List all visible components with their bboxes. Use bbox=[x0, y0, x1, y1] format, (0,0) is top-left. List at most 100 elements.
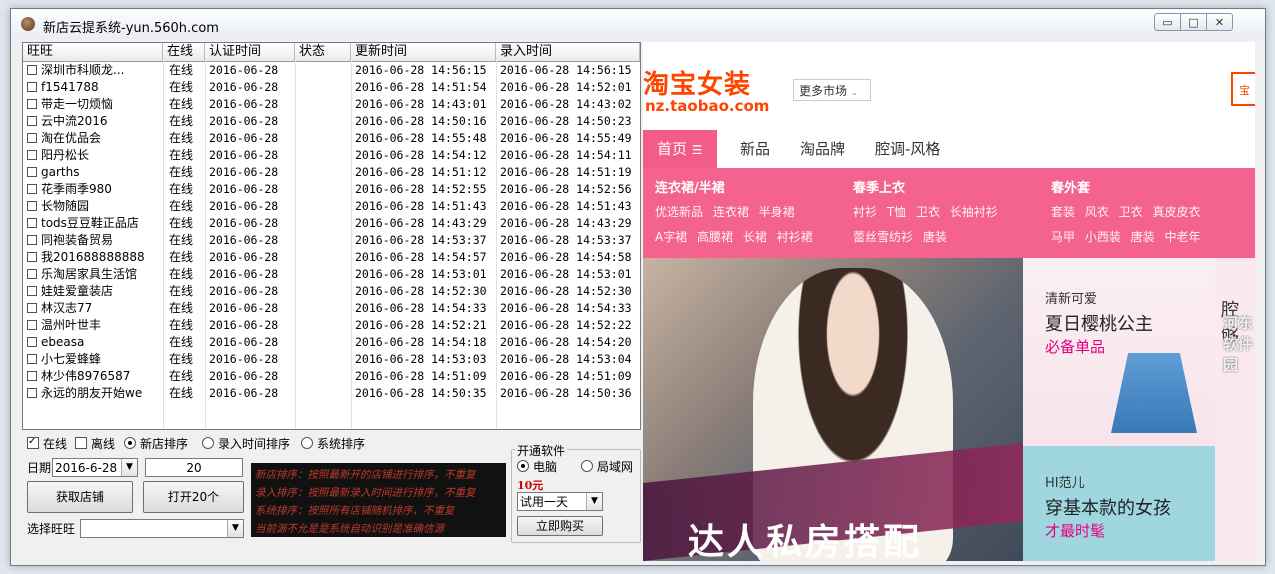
table-row[interactable]: tods豆豆鞋正品店 在线 2016-06-28 2016-06-28 14:43:2… bbox=[23, 215, 640, 232]
table-row[interactable]: 娃娃爱童装店 在线 2016-06-28 2016-06-28 14:52:30 201… bbox=[23, 283, 640, 300]
table-row[interactable]: 林少伟8976587 在线 2016-06-28 2016-06-28 14:51:0… bbox=[23, 368, 640, 385]
next-promo-edge[interactable]: 腔够 bbox=[1215, 258, 1255, 561]
title-bar[interactable]: 新店云提系统-yun.560h.com ▭ □ ✕ bbox=[11, 9, 1265, 39]
column-header-auth-time[interactable]: 认证时间 bbox=[205, 43, 295, 61]
row-checkbox[interactable] bbox=[27, 354, 37, 364]
promo-card[interactable]: 清新可爱 夏日樱桃公主 必备单品 bbox=[1023, 258, 1215, 446]
sort-entry-radio[interactable]: 录入时间排序 bbox=[202, 437, 290, 451]
pc-radio[interactable]: 电脑 bbox=[517, 460, 557, 474]
row-checkbox-label: 同袍装备贸易 bbox=[41, 233, 114, 247]
window-title: 新店云提系统-yun.560h.com bbox=[43, 21, 219, 36]
row-checkbox[interactable] bbox=[27, 184, 37, 194]
wangwang-select[interactable]: ▼ bbox=[80, 519, 244, 538]
taobao-logo[interactable]: 淘宝女装 bbox=[643, 64, 751, 101]
row-checkbox-label: 云中流2016 bbox=[41, 114, 108, 128]
chevron-down-icon[interactable]: ▼ bbox=[121, 459, 137, 476]
maximize-button[interactable]: □ bbox=[1180, 13, 1207, 31]
row-checkbox[interactable] bbox=[27, 388, 37, 398]
row-checkbox[interactable] bbox=[27, 167, 37, 177]
row-checkbox[interactable] bbox=[27, 150, 37, 160]
table-row[interactable]: 我201688888888 在线 2016-06-28 2016-06-28 14:5… bbox=[23, 249, 640, 266]
sort-system-radio[interactable]: 系统排序 bbox=[301, 437, 365, 451]
row-checkbox[interactable] bbox=[27, 252, 37, 262]
column-header-online[interactable]: 在线 bbox=[163, 43, 205, 61]
radio-selected-icon bbox=[517, 460, 529, 472]
category-title[interactable]: 春季上衣 bbox=[853, 177, 905, 196]
category-title[interactable]: 连衣裙/半裙 bbox=[655, 177, 725, 196]
category-links[interactable]: 套装 风衣 卫衣 真皮皮衣 bbox=[1051, 203, 1200, 220]
table-row[interactable]: 长物随园 在线 2016-06-28 2016-06-28 14:51:43 2016-… bbox=[23, 198, 640, 215]
shop-listview[interactable]: 旺旺 在线 认证时间 状态 更新时间 录入时间 深圳市科顺龙... 在线 2016-… bbox=[22, 42, 641, 430]
table-row[interactable]: 云中流2016 在线 2016-06-28 2016-06-28 14:50:16 20… bbox=[23, 113, 640, 130]
row-online: 在线 bbox=[169, 284, 194, 298]
column-header-wangwang[interactable]: 旺旺 bbox=[23, 43, 163, 61]
taobao-url[interactable]: nz.taobao.com bbox=[645, 97, 769, 115]
table-row[interactable]: 同袍装备贸易 在线 2016-06-28 2016-06-28 14:53:37 201… bbox=[23, 232, 640, 249]
row-checkbox[interactable] bbox=[27, 337, 37, 347]
row-updated: 2016-06-28 14:53:01 bbox=[355, 267, 487, 281]
row-checkbox[interactable] bbox=[27, 65, 37, 75]
table-row[interactable]: 乐淘居家具生活馆 在线 2016-06-28 2016-06-28 14:53:01 2… bbox=[23, 266, 640, 283]
nav-home[interactable]: 首页 ☰ bbox=[643, 130, 717, 168]
table-row[interactable]: garths 在线 2016-06-28 2016-06-28 14:51:12 201… bbox=[23, 164, 640, 181]
row-checkbox[interactable] bbox=[27, 371, 37, 381]
table-row[interactable]: 淘在优品会 在线 2016-06-28 2016-06-28 14:55:48 2016… bbox=[23, 130, 640, 147]
hero-banner[interactable]: 达人私房搭配 bbox=[643, 258, 1023, 561]
row-checkbox[interactable] bbox=[27, 269, 37, 279]
table-row[interactable]: 深圳市科顺龙... 在线 2016-06-28 2016-06-28 14:56:15… bbox=[23, 62, 640, 79]
close-button[interactable]: ✕ bbox=[1206, 13, 1233, 31]
column-header-updated[interactable]: 更新时间 bbox=[351, 43, 496, 61]
search-box[interactable]: 宝 bbox=[1231, 72, 1255, 106]
category-links[interactable]: A字裙 高腰裙 长裙 衬衫裙 bbox=[655, 228, 813, 245]
nav-style[interactable]: 腔调-风格 bbox=[875, 130, 940, 168]
more-market-label: 更多市场 bbox=[799, 84, 848, 98]
table-row[interactable]: 带走一切烦恼 在线 2016-06-28 2016-06-28 14:43:01 201… bbox=[23, 96, 640, 113]
nav-new[interactable]: 新品 bbox=[740, 130, 770, 168]
table-row[interactable]: f1541788 在线 2016-06-28 2016-06-28 14:51:54 2… bbox=[23, 79, 640, 96]
table-row[interactable]: ebeasa 在线 2016-06-28 2016-06-28 14:54:18 201… bbox=[23, 334, 640, 351]
count-input[interactable]: 20 bbox=[145, 458, 243, 477]
sort-new-radio[interactable]: 新店排序 bbox=[124, 437, 188, 451]
category-links[interactable]: 蕾丝雪纺衫 唐装 bbox=[853, 228, 947, 245]
category-title[interactable]: 春外套 bbox=[1051, 177, 1090, 196]
category-links[interactable]: 马甲 小西装 唐装 中老年 bbox=[1051, 228, 1200, 245]
row-checkbox[interactable] bbox=[27, 235, 37, 245]
table-row[interactable]: 阳丹松长 在线 2016-06-28 2016-06-28 14:54:12 2016-… bbox=[23, 147, 640, 164]
row-checkbox[interactable] bbox=[27, 201, 37, 211]
table-row[interactable]: 林汉志77 在线 2016-06-28 2016-06-28 14:54:33 2016… bbox=[23, 300, 640, 317]
column-header-entered[interactable]: 录入时间 bbox=[496, 43, 640, 61]
fetch-shops-button[interactable]: 获取店铺 bbox=[27, 481, 133, 513]
minimize-button[interactable]: ▭ bbox=[1154, 13, 1181, 31]
category-links[interactable]: 优选新品 连衣裙 半身裙 bbox=[655, 203, 795, 220]
category-links[interactable]: 衬衫 T恤 卫衣 长袖衬衫 bbox=[853, 203, 998, 220]
embedded-browser[interactable]: 淘宝女装 nz.taobao.com 更多市场 ⌄ 宝 首页 ☰ 新品 淘品牌 … bbox=[643, 42, 1255, 561]
row-checkbox[interactable] bbox=[27, 99, 37, 109]
row-checkbox[interactable] bbox=[27, 116, 37, 126]
chevron-down-icon[interactable]: ▼ bbox=[227, 520, 243, 537]
buy-now-button[interactable]: 立即购买 bbox=[517, 516, 603, 536]
row-checkbox[interactable] bbox=[27, 218, 37, 228]
nav-brand[interactable]: 淘品牌 bbox=[800, 130, 845, 168]
row-checkbox[interactable] bbox=[27, 133, 37, 143]
open-twenty-button[interactable]: 打开20个 bbox=[143, 481, 244, 513]
chevron-down-icon[interactable]: ▼ bbox=[586, 493, 602, 510]
row-checkbox[interactable] bbox=[27, 286, 37, 296]
date-picker[interactable]: 2016-6-28 ▼ bbox=[52, 458, 138, 477]
row-updated: 2016-06-28 14:43:01 bbox=[355, 97, 487, 111]
lan-radio[interactable]: 局域网 bbox=[581, 460, 633, 474]
table-row[interactable]: 永远的朋友开始we 在线 2016-06-28 2016-06-28 14:50:35… bbox=[23, 385, 640, 402]
table-row[interactable]: 花季雨季980 在线 2016-06-28 2016-06-28 14:52:55 20… bbox=[23, 181, 640, 198]
table-row[interactable]: 温州叶世丰 在线 2016-06-28 2016-06-28 14:52:21 2016… bbox=[23, 317, 640, 334]
row-checkbox[interactable] bbox=[27, 82, 37, 92]
row-auth-time: 2016-06-28 bbox=[209, 284, 279, 298]
table-row[interactable]: 小七爱蜂蜂 在线 2016-06-28 2016-06-28 14:53:03 2016… bbox=[23, 351, 640, 368]
row-checkbox[interactable] bbox=[27, 320, 37, 330]
offline-checkbox[interactable]: 离线 bbox=[75, 437, 115, 451]
row-online: 在线 bbox=[169, 233, 194, 247]
promo-card[interactable]: HI范儿 穿基本款的女孩 才最时髦 bbox=[1023, 446, 1215, 561]
online-checkbox[interactable]: 在线 bbox=[27, 435, 67, 451]
column-header-status[interactable]: 状态 bbox=[295, 43, 351, 61]
row-checkbox[interactable] bbox=[27, 303, 37, 313]
plan-select[interactable]: 试用一天 ▼ bbox=[517, 492, 603, 511]
more-market-dropdown[interactable]: 更多市场 ⌄ bbox=[793, 79, 871, 101]
